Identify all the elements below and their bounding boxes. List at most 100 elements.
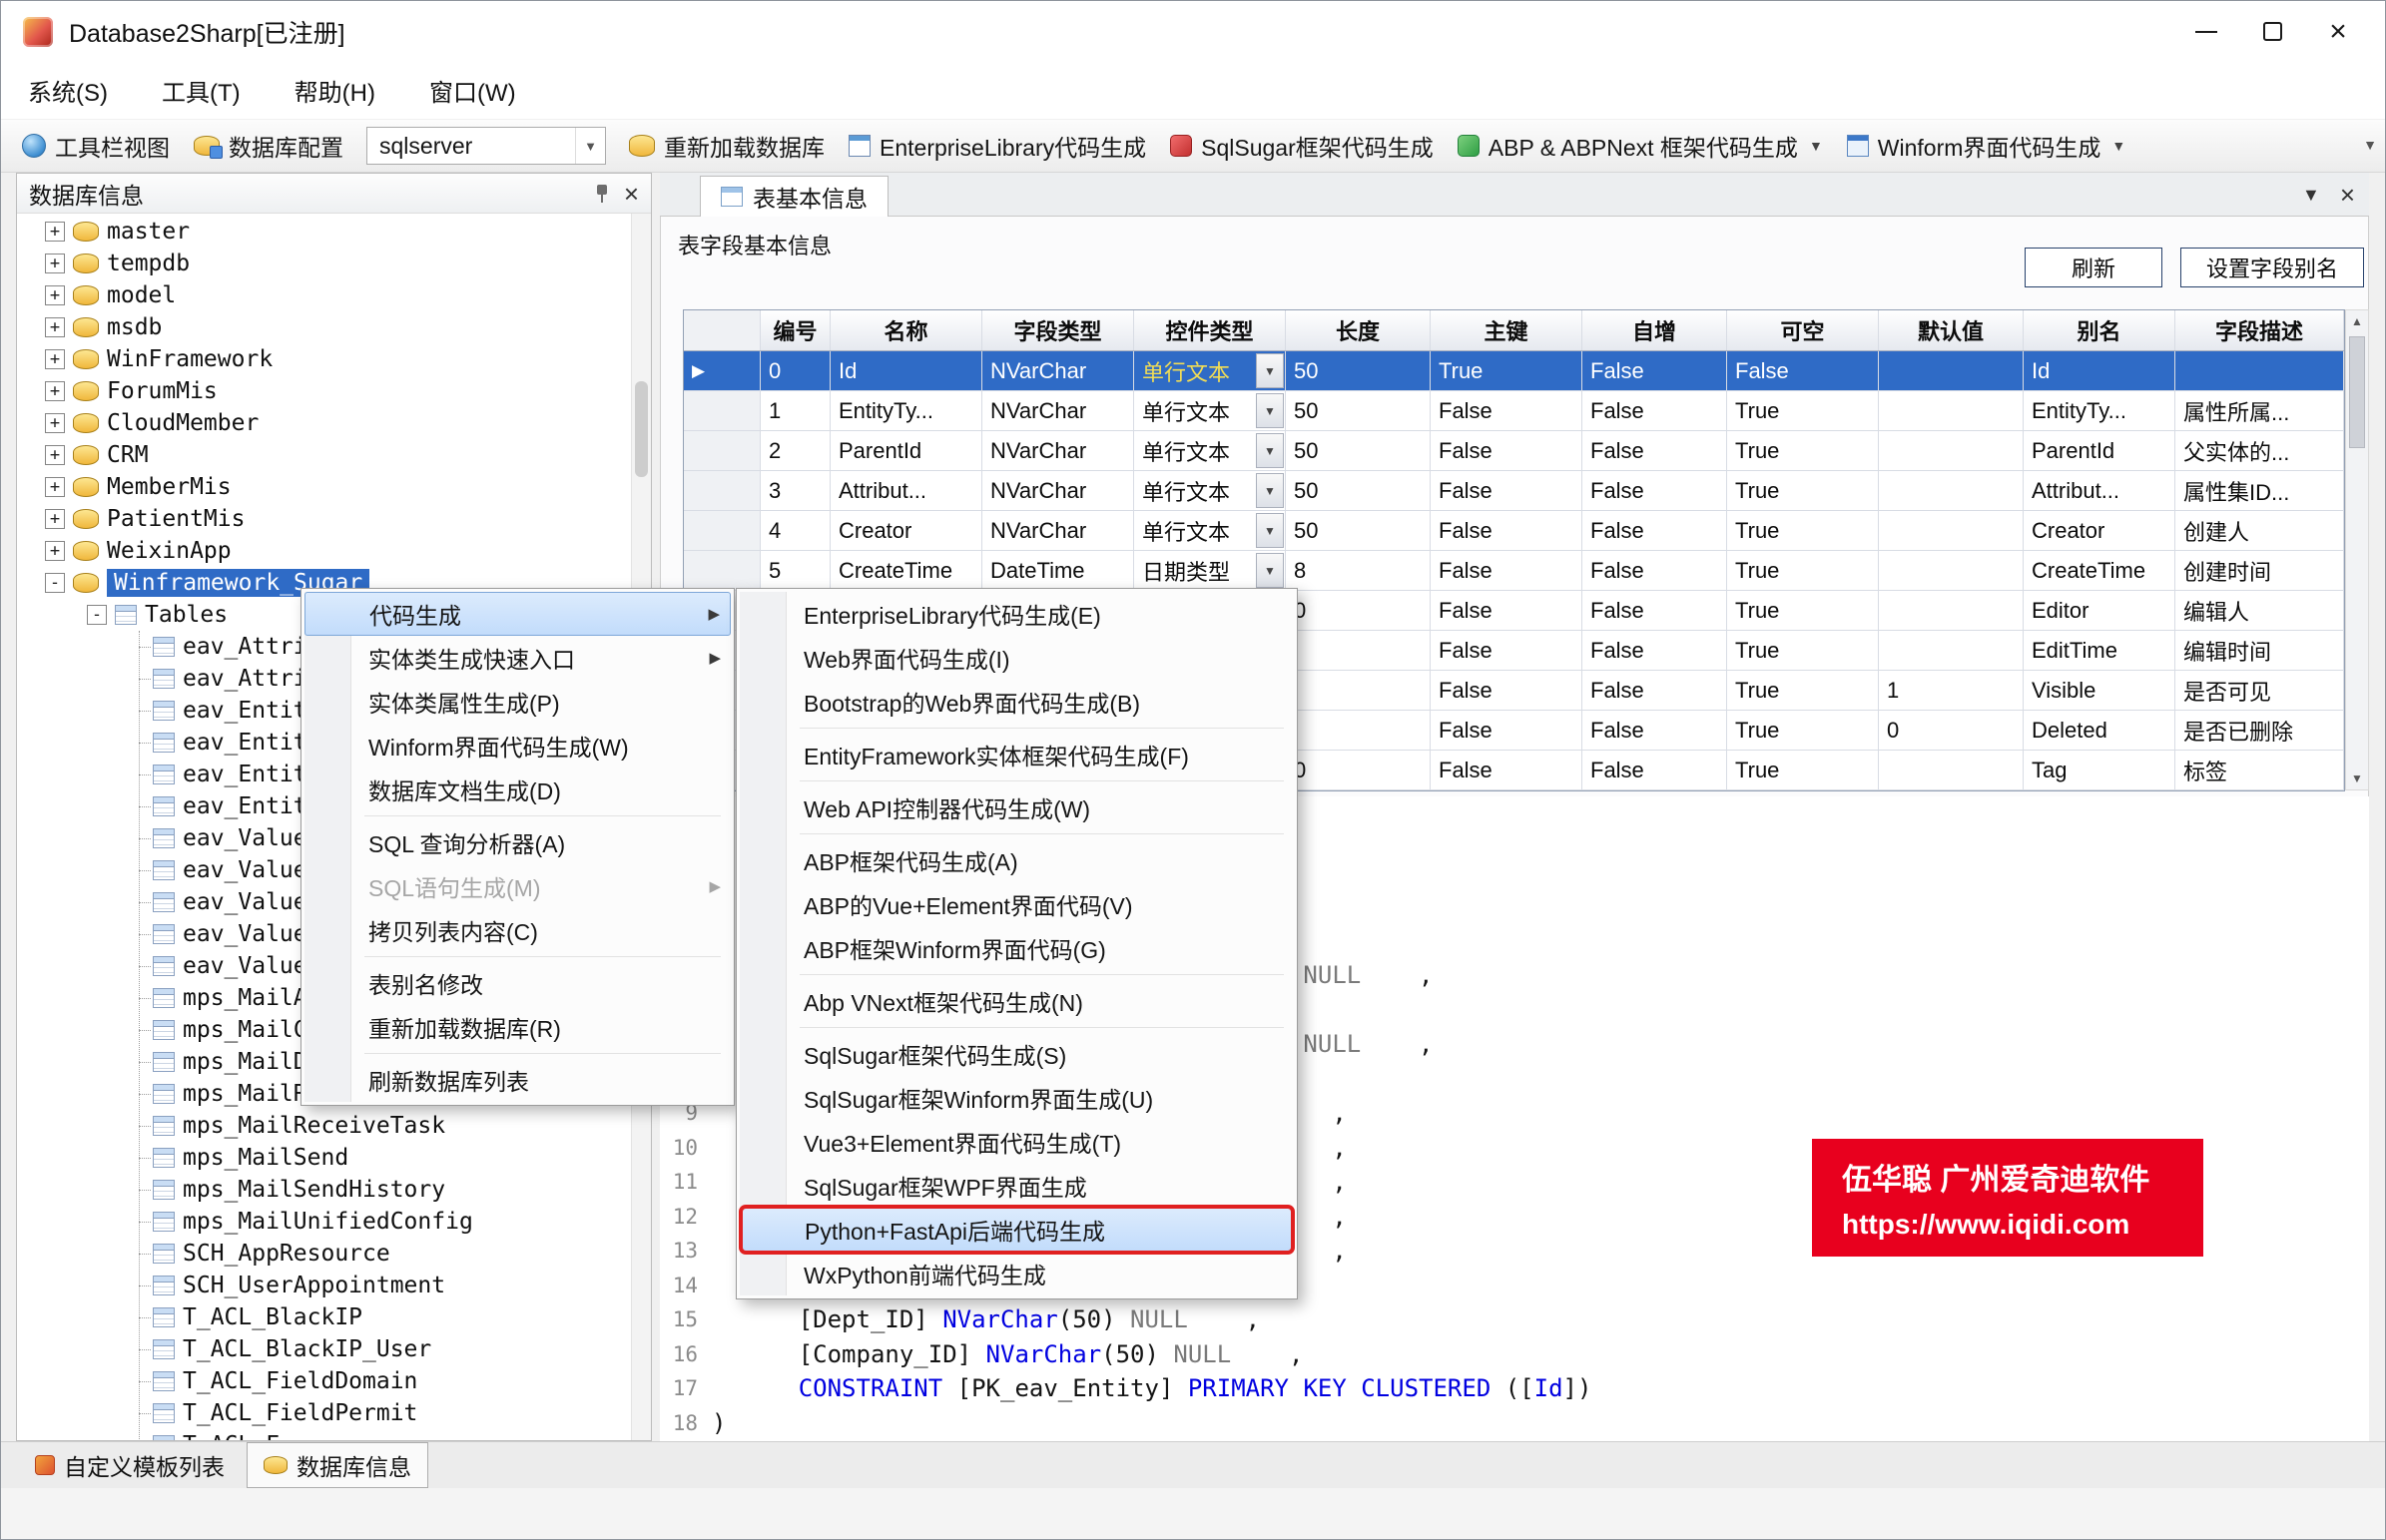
- row-selector[interactable]: [684, 431, 761, 470]
- tree-node-database[interactable]: +master: [17, 216, 629, 248]
- submenu-item-19[interactable]: WxPython前端代码生成: [740, 1252, 1294, 1295]
- submenu-item-4[interactable]: EntityFramework实体框架代码生成(F): [740, 733, 1294, 776]
- submenu-item-6[interactable]: Web API控制器代码生成(W): [740, 785, 1294, 829]
- tree-node-table[interactable]: T_ACL_FieldDomain: [17, 1365, 629, 1397]
- submenu-item-16[interactable]: Vue3+Element界面代码生成(T): [740, 1120, 1294, 1164]
- context-menu-item-0[interactable]: 代码生成▶: [304, 592, 731, 636]
- tree-node-table[interactable]: mps_MailSend: [17, 1142, 629, 1174]
- scroll-down-icon[interactable]: ▼: [2351, 771, 2363, 785]
- row-selector[interactable]: [684, 551, 761, 590]
- toolbar-button-abp-codegen[interactable]: ABP & ABPNext 框架代码生成▼: [1449, 125, 1832, 167]
- tree-node-table[interactable]: T_ACL_BlackIP: [17, 1301, 629, 1333]
- toolbar-button-el-codegen[interactable]: EnterpriseLibrary代码生成: [840, 125, 1155, 167]
- tree-node-table[interactable]: mps_MailSendHistory: [17, 1174, 629, 1206]
- submenu-item-18[interactable]: Python+FastApi后端代码生成: [740, 1208, 1294, 1252]
- cell-control[interactable]: 单行文本▼: [1134, 391, 1286, 430]
- tree-node-table[interactable]: T_ACL_F: [17, 1429, 629, 1440]
- submenu-item-2[interactable]: Bootstrap的Web界面代码生成(B): [740, 680, 1294, 724]
- tab-list-chevron-icon[interactable]: ▼: [2302, 185, 2320, 206]
- tree-node-database[interactable]: +MemberMis: [17, 471, 629, 503]
- chevron-down-icon[interactable]: ▼: [575, 128, 605, 164]
- table-row[interactable]: 1EntityTy...NVarChar单行文本▼50FalseFalseTru…: [684, 391, 2344, 431]
- context-menu-item-13[interactable]: 刷新数据库列表: [304, 1058, 731, 1102]
- expand-plus-icon[interactable]: +: [45, 413, 65, 433]
- expand-plus-icon[interactable]: +: [45, 541, 65, 561]
- submenu-item-14[interactable]: SqlSugar框架代码生成(S): [740, 1032, 1294, 1076]
- toolbar-button-reload-db[interactable]: 重新加载数据库: [620, 125, 834, 167]
- toolbar-button-sqlsugar-codegen[interactable]: SqlSugar框架代码生成: [1161, 125, 1443, 167]
- submenu-item-15[interactable]: SqlSugar框架Winform界面生成(U): [740, 1076, 1294, 1120]
- row-selector[interactable]: [684, 391, 761, 430]
- context-menu-item-10[interactable]: 表别名修改: [304, 961, 731, 1005]
- tree-node-table[interactable]: SCH_UserAppointment: [17, 1270, 629, 1301]
- tree-node-table[interactable]: T_ACL_FieldPermit: [17, 1397, 629, 1429]
- cell-control[interactable]: 单行文本▼: [1134, 511, 1286, 550]
- dropdown-icon[interactable]: ▼: [1256, 353, 1284, 388]
- tree-node-database[interactable]: +WeixinApp: [17, 535, 629, 567]
- expand-minus-icon[interactable]: -: [87, 605, 107, 625]
- toolbar-overflow-chevron-icon[interactable]: ▼: [2363, 137, 2377, 153]
- submenu-item-0[interactable]: EnterpriseLibrary代码生成(E): [740, 592, 1294, 636]
- database-type-combobox[interactable]: sqlserver▼: [366, 127, 606, 165]
- table-row[interactable]: 5CreateTimeDateTime日期类型▼8FalseFalseTrueC…: [684, 551, 2344, 591]
- expand-plus-icon[interactable]: +: [45, 349, 65, 369]
- dropdown-icon[interactable]: ▼: [1256, 473, 1284, 508]
- tree-node-database[interactable]: +CRM: [17, 439, 629, 471]
- cell-control[interactable]: 单行文本▼: [1134, 351, 1286, 390]
- toolbar-button-toolbar-view[interactable]: 工具栏视图: [13, 125, 179, 167]
- table-row[interactable]: 2ParentIdNVarChar单行文本▼50FalseFalseTruePa…: [684, 431, 2344, 471]
- menubar-item-system[interactable]: 系统(S): [1, 62, 135, 119]
- minimize-button[interactable]: [2173, 1, 2239, 62]
- toolbar-button-db-config[interactable]: 数据库配置: [185, 125, 352, 167]
- menubar-item-tools[interactable]: 工具(T): [135, 62, 268, 119]
- tree-node-table[interactable]: mps_MailReceiveTask: [17, 1110, 629, 1142]
- context-menu-item-2[interactable]: 实体类属性生成(P): [304, 680, 731, 724]
- scroll-up-icon[interactable]: ▲: [2351, 314, 2363, 328]
- menubar-item-help[interactable]: 帮助(H): [268, 62, 402, 119]
- expand-plus-icon[interactable]: +: [45, 381, 65, 401]
- bottom-tab-custom-template[interactable]: 自定义模板列表: [19, 1443, 241, 1487]
- expand-plus-icon[interactable]: +: [45, 509, 65, 529]
- context-menu-item-1[interactable]: 实体类生成快速入口▶: [304, 636, 731, 680]
- context-menu-item-4[interactable]: 数据库文档生成(D): [304, 768, 731, 811]
- set-alias-button[interactable]: 设置字段别名: [2180, 248, 2364, 287]
- table-row[interactable]: 3Attribut...NVarChar单行文本▼50FalseFalseTru…: [684, 471, 2344, 511]
- tree-node-database[interactable]: +model: [17, 279, 629, 311]
- tree-node-database[interactable]: +WinFramework: [17, 343, 629, 375]
- context-menu-item-6[interactable]: SQL 查询分析器(A): [304, 820, 731, 864]
- context-menu-item-11[interactable]: 重新加载数据库(R): [304, 1005, 731, 1049]
- tab-close-icon[interactable]: ×: [2340, 180, 2355, 211]
- expand-plus-icon[interactable]: +: [45, 222, 65, 242]
- tree-node-database[interactable]: +tempdb: [17, 248, 629, 279]
- submenu-item-12[interactable]: Abp VNext框架代码生成(N): [740, 979, 1294, 1023]
- pin-icon[interactable]: [594, 183, 610, 205]
- tree-node-table[interactable]: T_ACL_BlackIP_User: [17, 1333, 629, 1365]
- row-selector[interactable]: [684, 511, 761, 550]
- expand-plus-icon[interactable]: +: [45, 317, 65, 337]
- submenu-item-1[interactable]: Web界面代码生成(I): [740, 636, 1294, 680]
- bottom-tab-database-info[interactable]: 数据库信息: [247, 1442, 428, 1488]
- tree-scrollbar-thumb[interactable]: [635, 381, 648, 477]
- menubar-item-window[interactable]: 窗口(W): [402, 62, 543, 119]
- submenu-item-10[interactable]: ABP框架Winform界面代码(G): [740, 926, 1294, 970]
- dropdown-icon[interactable]: ▼: [1256, 433, 1284, 468]
- grid-scrollbar[interactable]: ▲ ▼: [2345, 309, 2369, 790]
- expand-plus-icon[interactable]: +: [45, 445, 65, 465]
- submenu-item-9[interactable]: ABP的Vue+Element界面代码(V): [740, 882, 1294, 926]
- dropdown-icon[interactable]: ▼: [1256, 553, 1284, 588]
- toolbar-button-winform-codegen[interactable]: Winform界面代码生成▼: [1838, 125, 2134, 167]
- table-row[interactable]: ▶0IdNVarChar单行文本▼50TrueFalseFalseId: [684, 351, 2344, 391]
- cell-control[interactable]: 单行文本▼: [1134, 471, 1286, 510]
- refresh-button[interactable]: 刷新: [2025, 248, 2162, 287]
- expand-plus-icon[interactable]: +: [45, 477, 65, 497]
- panel-close-icon[interactable]: ×: [624, 181, 639, 207]
- close-button[interactable]: ×: [2305, 1, 2371, 62]
- grid-scrollbar-thumb[interactable]: [2349, 336, 2365, 448]
- context-menu-item-3[interactable]: Winform界面代码生成(W): [304, 724, 731, 768]
- tree-node-database[interactable]: +PatientMis: [17, 503, 629, 535]
- tree-node-table[interactable]: SCH_AppResource: [17, 1238, 629, 1270]
- tab-table-basic-info[interactable]: 表基本信息: [700, 176, 889, 217]
- dropdown-icon[interactable]: ▼: [1256, 393, 1284, 428]
- dropdown-icon[interactable]: ▼: [1256, 513, 1284, 548]
- expand-minus-icon[interactable]: -: [45, 573, 65, 593]
